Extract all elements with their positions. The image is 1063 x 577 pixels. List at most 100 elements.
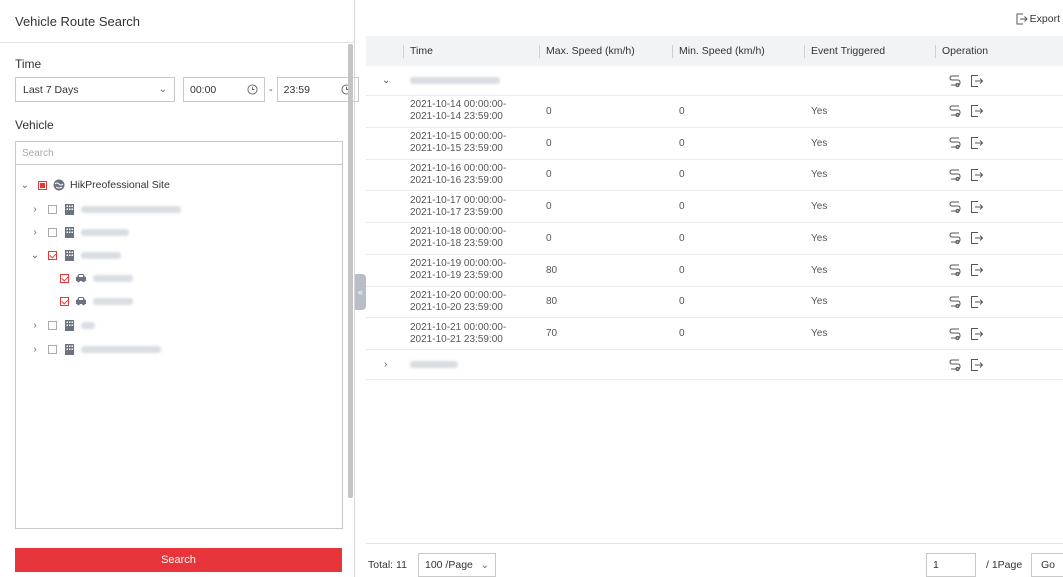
time-cell: 2021-10-20 00:00:00- 2021-10-20 23:59:00 xyxy=(410,287,506,318)
table-header: Time Max. Speed (km/h) Min. Speed (km/h)… xyxy=(366,36,1063,66)
table-row[interactable]: 2021-10-21 00:00:00- 2021-10-21 23:59:00 7… xyxy=(366,318,1063,350)
page-size-select[interactable]: 100 /Page ⌄ xyxy=(418,553,496,577)
export-icon[interactable] xyxy=(970,104,984,118)
route-icon[interactable] xyxy=(948,358,962,372)
vehicle-search-input[interactable]: Search xyxy=(15,141,343,165)
column-divider xyxy=(403,45,404,58)
route-icon[interactable] xyxy=(948,136,962,150)
redacted-label xyxy=(81,205,181,213)
export-icon[interactable] xyxy=(970,263,984,277)
chevron-down-icon[interactable]: ⌄ xyxy=(382,66,390,95)
export-icon[interactable] xyxy=(970,358,984,372)
export-button[interactable]: Export xyxy=(1016,13,1060,25)
redacted-label xyxy=(81,228,129,236)
vehicle-group-row[interactable]: › xyxy=(366,350,1063,380)
export-label: Export xyxy=(1029,13,1060,25)
left-scrollbar[interactable] xyxy=(348,44,353,498)
tree-root[interactable]: ⌄ HikPreofessional Site xyxy=(20,175,170,195)
group-checkbox[interactable] xyxy=(48,344,57,354)
chevron-right-icon[interactable]: › xyxy=(30,204,40,215)
chevron-right-icon[interactable]: › xyxy=(30,344,40,355)
time-row: Last 7 Days ⌄ 00:00 - 23:59 xyxy=(15,77,359,102)
column-header-min-speed[interactable]: Min. Speed (km/h) xyxy=(672,36,765,66)
tree-root-checkbox[interactable] xyxy=(38,180,47,190)
search-button[interactable]: Search xyxy=(15,548,342,572)
time-range-select[interactable]: Last 7 Days ⌄ xyxy=(15,77,175,102)
column-header-label: Operation xyxy=(942,45,989,57)
time-range-value: Last 7 Days xyxy=(23,83,79,96)
tree-vehicle[interactable] xyxy=(52,268,133,288)
tree-group[interactable]: › xyxy=(30,339,161,359)
row-operations xyxy=(948,191,984,222)
route-icon[interactable] xyxy=(948,263,962,277)
route-icon[interactable] xyxy=(948,327,962,341)
column-divider xyxy=(539,45,540,58)
group-checkbox[interactable] xyxy=(48,227,57,237)
total-count: Total: 11 xyxy=(368,559,407,571)
table-row[interactable]: 2021-10-20 00:00:00- 2021-10-20 23:59:00 8… xyxy=(366,287,1063,319)
redacted-label xyxy=(93,274,133,282)
chevron-right-icon[interactable]: › xyxy=(30,227,40,238)
group-checkbox[interactable] xyxy=(48,320,57,330)
page-number-input[interactable]: 1 xyxy=(926,553,976,577)
export-icon[interactable] xyxy=(970,74,984,88)
table-row[interactable]: 2021-10-14 00:00:00- 2021-10-14 23:59:00 0… xyxy=(366,96,1063,128)
min-speed-cell: 0 xyxy=(679,296,685,308)
column-header-operation: Operation xyxy=(935,36,989,66)
clock-icon xyxy=(247,84,258,95)
time-end: 2021-10-18 23:59:00 xyxy=(410,238,503,250)
table-row[interactable]: 2021-10-18 00:00:00- 2021-10-18 23:59:00 0… xyxy=(366,223,1063,255)
export-icon[interactable] xyxy=(970,200,984,214)
redacted-label xyxy=(81,321,95,329)
end-time-input[interactable]: 23:59 xyxy=(276,77,359,102)
export-icon xyxy=(1016,13,1028,25)
route-icon[interactable] xyxy=(948,168,962,182)
tree-group[interactable]: › xyxy=(30,199,181,219)
export-icon[interactable] xyxy=(970,231,984,245)
event-cell: Yes xyxy=(811,169,828,181)
tree-group[interactable]: › xyxy=(30,315,95,335)
group-checkbox[interactable] xyxy=(48,204,57,214)
go-button[interactable]: Go xyxy=(1031,553,1063,577)
vehicle-group-row[interactable]: ⌄ xyxy=(366,66,1063,96)
building-icon xyxy=(63,203,75,215)
export-icon[interactable] xyxy=(970,136,984,150)
chevron-down-icon[interactable]: ⌄ xyxy=(30,250,40,261)
chevron-right-icon[interactable]: › xyxy=(30,320,40,331)
redacted-vehicle-name xyxy=(410,66,500,95)
group-checkbox[interactable] xyxy=(48,250,57,260)
route-icon[interactable] xyxy=(948,74,962,88)
page-total: / 1Page xyxy=(986,559,1023,571)
time-start: 2021-10-14 00:00:00- xyxy=(410,99,507,111)
redacted-label xyxy=(93,297,133,305)
tree-vehicle[interactable] xyxy=(52,291,133,311)
column-header-time[interactable]: Time xyxy=(403,36,433,66)
time-cell: 2021-10-16 00:00:00- 2021-10-16 23:59:00 xyxy=(410,160,506,191)
max-speed-cell: 0 xyxy=(546,232,552,244)
tree-group-expanded[interactable]: ⌄ xyxy=(30,245,121,265)
start-time-input[interactable]: 00:00 xyxy=(183,77,265,102)
chevron-right-icon[interactable]: › xyxy=(384,350,387,379)
chevron-down-icon[interactable]: ⌄ xyxy=(20,180,30,191)
table-row[interactable]: 2021-10-19 00:00:00- 2021-10-19 23:59:00 8… xyxy=(366,255,1063,287)
table-row[interactable]: 2021-10-15 00:00:00- 2021-10-15 23:59:00 0… xyxy=(366,128,1063,160)
route-icon[interactable] xyxy=(948,200,962,214)
car-icon xyxy=(75,272,87,284)
vehicle-checkbox[interactable] xyxy=(60,296,69,306)
export-icon[interactable] xyxy=(970,327,984,341)
route-icon[interactable] xyxy=(948,231,962,245)
export-icon[interactable] xyxy=(970,295,984,309)
time-cell: 2021-10-18 00:00:00- 2021-10-18 23:59:00 xyxy=(410,223,506,254)
route-icon[interactable] xyxy=(948,295,962,309)
tree-group[interactable]: › xyxy=(30,222,129,242)
export-icon[interactable] xyxy=(970,168,984,182)
time-end: 2021-10-14 23:59:00 xyxy=(410,111,503,123)
table-row[interactable]: 2021-10-16 00:00:00- 2021-10-16 23:59:00 0… xyxy=(366,160,1063,192)
route-icon[interactable] xyxy=(948,104,962,118)
column-header-event[interactable]: Event Triggered xyxy=(804,36,885,66)
row-operations xyxy=(948,287,984,318)
time-start: 2021-10-19 00:00:00- xyxy=(410,258,507,270)
vehicle-checkbox[interactable] xyxy=(60,273,69,283)
table-row[interactable]: 2021-10-17 00:00:00- 2021-10-17 23:59:00 0… xyxy=(366,191,1063,223)
column-header-max-speed[interactable]: Max. Speed (km/h) xyxy=(539,36,635,66)
